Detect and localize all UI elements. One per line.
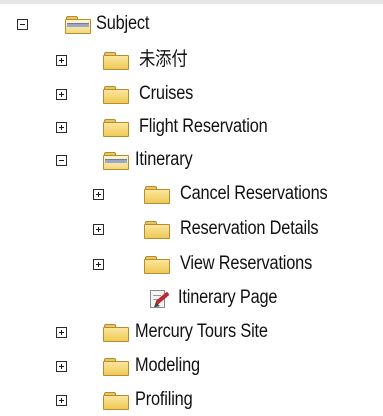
tree-node-profiling[interactable]: Profiling bbox=[56, 384, 202, 416]
tree-node-cancel-reservations[interactable]: Cancel Reservations bbox=[93, 178, 352, 210]
tree-node-subject[interactable]: Subject bbox=[17, 8, 158, 40]
expand-toggle-icon[interactable] bbox=[93, 258, 104, 270]
tree-node-label: Reservation Details bbox=[180, 218, 319, 239]
expand-toggle-icon[interactable] bbox=[56, 88, 67, 100]
tree-node-label: Cancel Reservations bbox=[180, 183, 328, 204]
test-page-icon bbox=[147, 287, 171, 310]
tree-node-unassigned[interactable]: 未添付 bbox=[56, 44, 195, 76]
expand-toggle-icon[interactable] bbox=[56, 360, 67, 372]
folder-icon bbox=[103, 50, 129, 70]
folder-icon bbox=[103, 356, 129, 376]
tree-node-flight-reservation[interactable]: Flight Reservation bbox=[56, 111, 289, 143]
expand-toggle-icon[interactable] bbox=[56, 326, 67, 338]
expand-toggle-icon[interactable] bbox=[93, 223, 104, 235]
tree-node-label: Subject bbox=[96, 13, 150, 34]
folder-icon bbox=[103, 84, 129, 104]
folder-icon bbox=[144, 184, 170, 204]
tree-node-view-reservations[interactable]: View Reservations bbox=[93, 248, 334, 280]
collapse-toggle-icon[interactable] bbox=[17, 18, 28, 30]
folder-icon bbox=[103, 117, 129, 137]
tree-node-label: Modeling bbox=[135, 355, 200, 376]
expand-toggle-icon[interactable] bbox=[56, 54, 67, 66]
collapse-toggle-icon[interactable] bbox=[56, 154, 67, 166]
expand-toggle-icon[interactable] bbox=[93, 188, 104, 200]
tree-node-itinerary[interactable]: Itinerary bbox=[56, 144, 202, 176]
subject-tree[interactable]: Subject 未添付 Cruises Flight Reservation I… bbox=[0, 0, 383, 410]
tree-node-label: 未添付 bbox=[139, 49, 188, 70]
folder-open-icon bbox=[103, 150, 129, 170]
tree-node-itinerary-page[interactable]: Itinerary Page bbox=[147, 282, 294, 314]
tree-node-label: Mercury Tours Site bbox=[135, 321, 268, 342]
tree-node-label: Itinerary bbox=[135, 149, 193, 170]
folder-open-icon bbox=[65, 14, 91, 34]
folder-icon bbox=[144, 219, 170, 239]
tree-node-label: Cruises bbox=[139, 83, 194, 104]
expand-toggle-icon[interactable] bbox=[56, 394, 67, 406]
folder-icon bbox=[103, 322, 129, 342]
tree-node-label: Itinerary Page bbox=[178, 287, 278, 308]
expand-toggle-icon[interactable] bbox=[56, 121, 67, 133]
folder-icon bbox=[103, 390, 129, 410]
tree-node-reservation-details[interactable]: Reservation Details bbox=[93, 213, 341, 245]
tree-node-label: Profiling bbox=[135, 389, 193, 410]
tree-node-label: Flight Reservation bbox=[139, 116, 268, 137]
tree-node-cruises[interactable]: Cruises bbox=[56, 78, 202, 110]
tree-node-label: View Reservations bbox=[180, 253, 313, 274]
tree-node-mercury-tours-site[interactable]: Mercury Tours Site bbox=[56, 316, 289, 348]
folder-icon bbox=[144, 254, 170, 274]
tree-node-modeling[interactable]: Modeling bbox=[56, 350, 211, 382]
